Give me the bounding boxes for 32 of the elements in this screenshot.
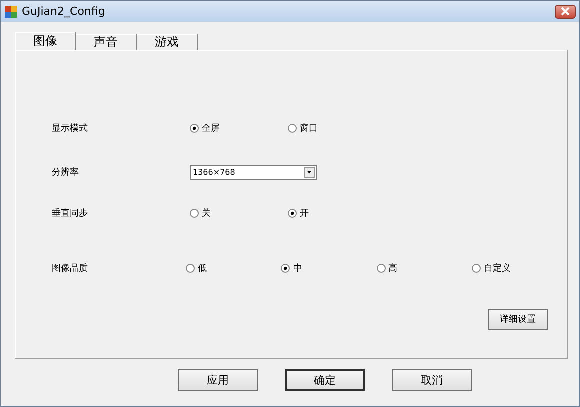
close-button[interactable] [555, 4, 576, 18]
radio-button[interactable] [288, 124, 297, 132]
close-icon [561, 7, 570, 16]
option-label: 全屏 [202, 122, 220, 134]
tab[interactable]: 声音 [76, 34, 137, 50]
tab[interactable]: 图像 [15, 32, 76, 50]
dialog-button[interactable]: 确定 [285, 369, 365, 391]
radio-button[interactable] [190, 124, 199, 132]
dialog-button[interactable]: 应用 [178, 369, 258, 391]
setting-label: 图像品质 [52, 262, 89, 274]
option-label: 中 [293, 262, 302, 274]
radio-button[interactable] [186, 264, 196, 272]
radio-button[interactable] [472, 264, 481, 272]
radio-button[interactable] [376, 264, 386, 272]
option-label: 低 [198, 262, 208, 274]
resolution-dropdown[interactable]: 1366×768 [190, 164, 317, 180]
radio-button[interactable] [190, 208, 199, 218]
option-label: 关 [202, 208, 211, 220]
setting-label: 垂直同步 [52, 208, 89, 220]
option-label: 开 [300, 208, 309, 220]
setting-label: 显示模式 [52, 122, 89, 134]
tab[interactable]: 游戏 [137, 34, 198, 50]
option-label: 高 [388, 262, 398, 274]
dialog-button[interactable]: 取消 [392, 369, 472, 391]
app-icon [4, 4, 18, 18]
radio-button[interactable] [281, 264, 290, 272]
option-label: 自定义 [484, 262, 511, 274]
setting-label: 分辨率 [52, 166, 80, 178]
radio-button[interactable] [288, 208, 297, 218]
window-title: GuJian2_Config [22, 5, 106, 18]
detail-settings-button[interactable]: 详细设置 [488, 309, 548, 330]
option-label: 窗口 [300, 122, 318, 134]
